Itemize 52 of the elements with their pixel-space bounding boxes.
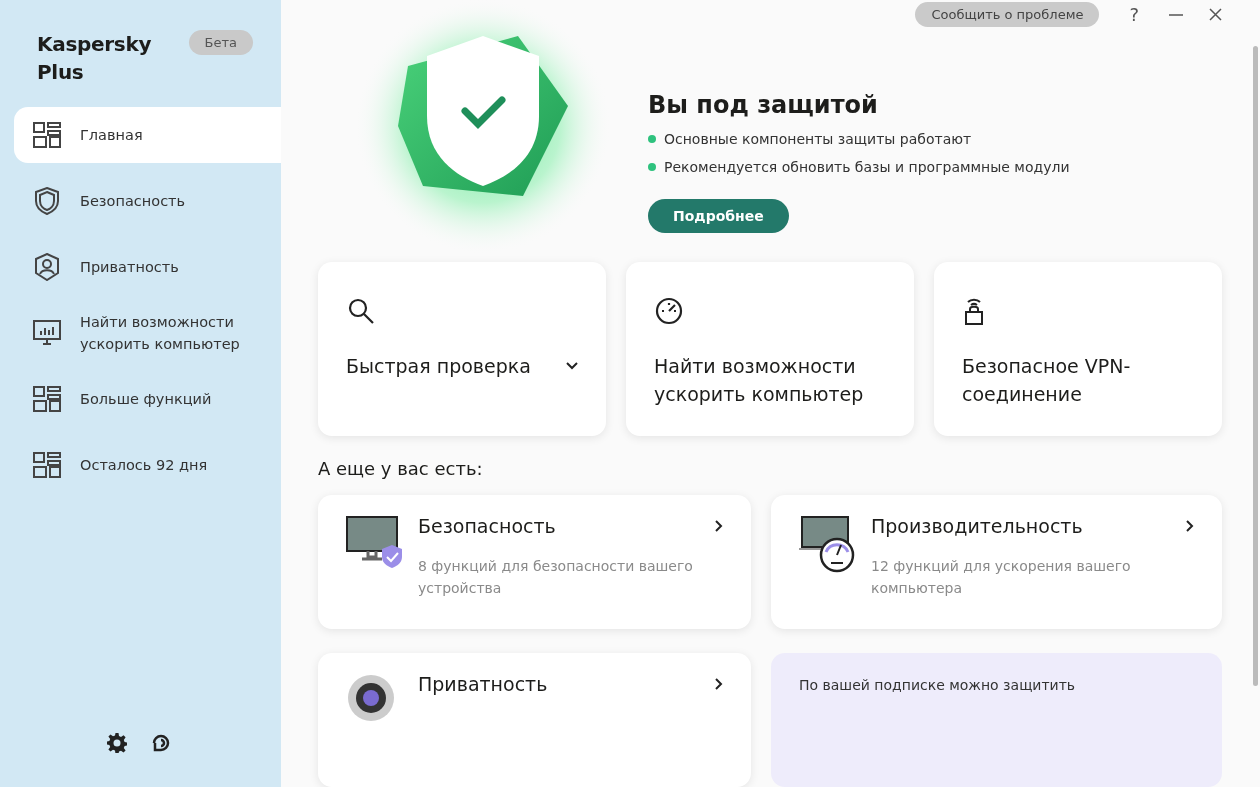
section-heading: А еще у вас есть: (318, 458, 484, 479)
grid-icon (33, 452, 61, 478)
sidebar-item[interactable]: Найти возможности ускорить компьютер (14, 305, 281, 361)
card-title: Безопасность (418, 515, 556, 537)
monitor-chart-icon (33, 319, 61, 347)
chevron-right-icon[interactable] (715, 678, 723, 690)
feature-tile[interactable]: Безопасное VPN-соединение (934, 262, 1222, 436)
protection-status-title: Вы под защитой (648, 91, 879, 120)
card-description: 12 функций для ускорения вашего компьютера (871, 557, 1132, 598)
settings-icon[interactable] (107, 733, 127, 753)
sidebar-item[interactable]: Главная (14, 107, 281, 163)
status-text: Рекомендуется обновить базы и программные модули (664, 159, 1070, 176)
feature-tile[interactable]: Быстрая проверка (318, 262, 606, 436)
feature-card[interactable]: Безопасность 8 функций для безопасности вашего устройства (318, 495, 751, 629)
card-title: Приватность (418, 673, 548, 695)
search-icon (346, 296, 376, 326)
webcam-icon (346, 673, 396, 723)
gauge-icon (654, 296, 684, 326)
grid-icon (33, 386, 61, 412)
sidebar-item[interactable]: Осталось 92 дня (14, 437, 281, 493)
support-icon[interactable] (151, 733, 171, 753)
user-shield-icon (35, 253, 59, 281)
sidebar-item[interactable]: Приватность (14, 239, 281, 295)
chevron-down-icon[interactable] (566, 362, 578, 370)
wifi-lock-icon (962, 296, 986, 326)
chevron-right-icon[interactable] (1186, 520, 1194, 532)
grid-icon (33, 122, 61, 148)
card-description: 8 функций для безопасности вашего устройства (418, 557, 694, 598)
close-icon[interactable] (1209, 8, 1222, 21)
feature-tile[interactable]: Найти возможности ускорить компьютер (626, 262, 914, 436)
tile-label: Безопасное VPN-соединение (962, 354, 1132, 407)
beta-badge: Бета (188, 30, 253, 55)
laptop-speedometer-icon (799, 515, 857, 573)
monitor-shield-icon (346, 515, 404, 569)
app-title: Kaspersky Plus (37, 31, 153, 86)
tile-label: Быстрая проверка (346, 354, 532, 379)
tile-label: Найти возможности ускорить компьютер (654, 354, 865, 407)
report-problem-button[interactable]: Сообщить о проблеме (915, 2, 1100, 27)
card-title: Производительность (871, 515, 1083, 537)
sidebar-item[interactable]: Безопасность (14, 173, 281, 229)
chevron-right-icon[interactable] (715, 520, 723, 532)
feature-card[interactable]: Приватность (318, 653, 751, 787)
sidebar-item[interactable]: Больше функций (14, 371, 281, 427)
subscription-note: По вашей подписке можно защитить (771, 653, 1222, 787)
status-dot (648, 163, 656, 172)
status-dot (648, 135, 656, 144)
status-text: Основные компоненты защиты работают (664, 131, 972, 148)
details-button[interactable]: Подробнее (648, 199, 789, 234)
feature-card[interactable]: Производительность 12 функций для ускорения вашего компьютера (771, 495, 1222, 629)
minimize-icon[interactable] (1169, 13, 1183, 16)
shield-icon (35, 187, 59, 215)
help-button[interactable]: ? (1125, 4, 1143, 25)
